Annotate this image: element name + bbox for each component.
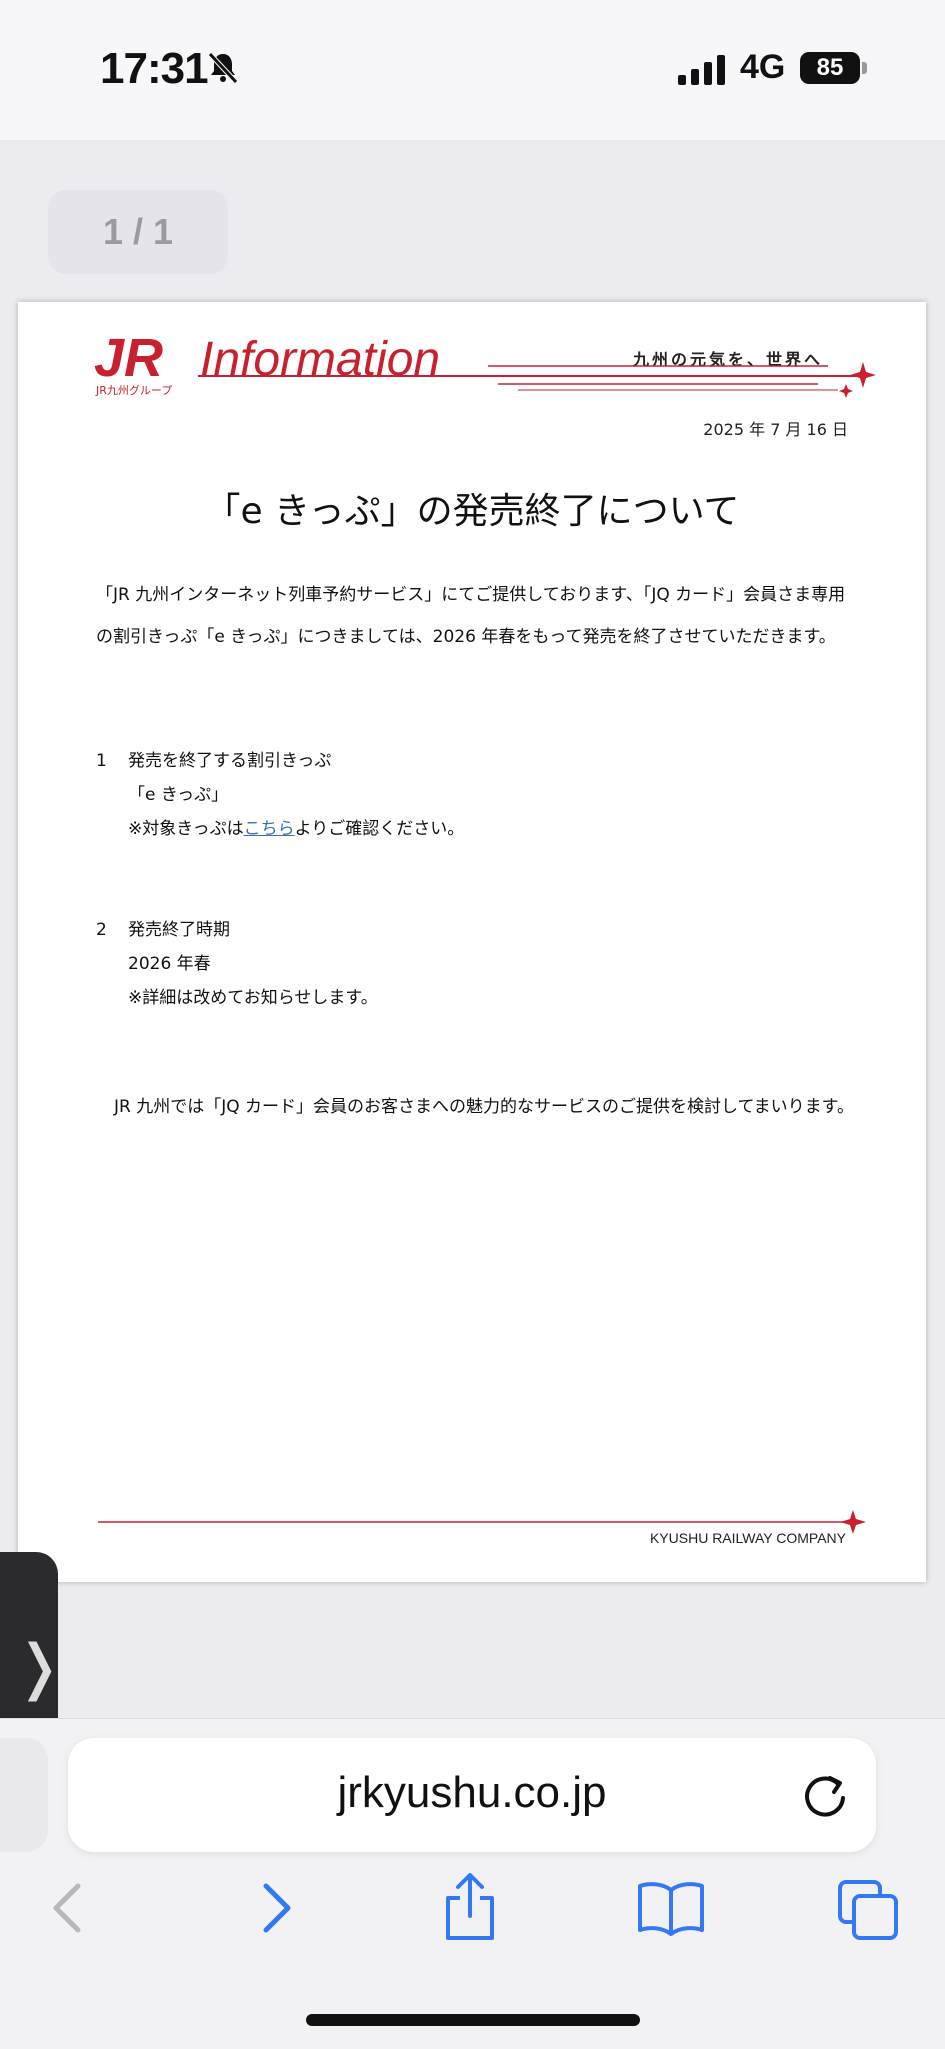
intro-line: 「JR 九州インターネット列車予約サービス」にてご提供しております、「JQ カー… <box>96 585 846 605</box>
header-rule-lines <box>198 362 876 398</box>
status-bar: 17:31 4G 85 <box>0 0 945 140</box>
jr-logo: JR JR九州グループ <box>94 332 172 397</box>
previous-tab-preview[interactable] <box>0 1738 48 1852</box>
chevron-right-icon: ❭ <box>14 1632 65 1702</box>
section-number: 2 <box>96 920 107 940</box>
section-2: 2 発売終了時期 2026 年春 ※詳細は改めてお知らせします。 <box>96 913 378 1015</box>
note-text: よりご確認ください。 <box>294 819 465 839</box>
document-date: 2025 年 7 月 16 日 <box>703 420 848 439</box>
battery-icon: 85 <box>800 52 860 84</box>
network-type: 4G <box>740 48 786 86</box>
closing-text: JR 九州では「JQ カード」会員のお客さまへの魅力的なサービスのご提供を検討し… <box>114 1097 854 1117</box>
section-item: 2026 年春 <box>128 954 211 974</box>
svg-text:JR: JR <box>94 332 163 388</box>
footer-company: KYUSHU RAILWAY COMPANY <box>649 1530 846 1546</box>
pdf-page: JR JR九州グループ Information 九州の元気を、世界へ 2025 … <box>18 302 926 1582</box>
home-indicator <box>306 2014 640 2026</box>
silent-bell-icon <box>208 52 238 84</box>
address-bar[interactable]: jrkyushu.co.jp <box>68 1738 876 1852</box>
signal-icon <box>678 55 725 85</box>
section-number: 1 <box>96 751 107 771</box>
share-icon[interactable] <box>442 1872 498 1942</box>
section-item: 「e きっぷ」 <box>128 785 229 805</box>
section-heading: 発売を終了する割引きっぷ <box>128 751 332 771</box>
battery-nub <box>862 62 867 74</box>
status-time: 17:31 <box>100 44 209 93</box>
section-note: ※対象きっぷはこちらよりご確認ください。 <box>96 812 464 846</box>
url-text: jrkyushu.co.jp <box>337 1768 607 1817</box>
bookmarks-icon[interactable] <box>636 1880 706 1936</box>
document-title: 「e きっぷ」の発売終了について <box>204 491 740 532</box>
page-indicator: 1 / 1 <box>48 190 228 274</box>
section-heading: 発売終了時期 <box>128 920 230 940</box>
intro-paragraph: 「JR 九州インターネット列車予約サービス」にてご提供しております、「JQ カー… <box>96 574 866 658</box>
svg-text:JR九州グループ: JR九州グループ <box>95 383 172 397</box>
reload-icon[interactable] <box>798 1768 852 1822</box>
intro-line: の割引きっぷ「e きっぷ」につきましては、2026 年春をもって発売を終了させて… <box>96 627 836 647</box>
note-text: ※対象きっぷは <box>128 819 244 839</box>
kochira-link[interactable]: こちら <box>244 819 295 839</box>
forward-icon[interactable] <box>256 1878 296 1938</box>
section-note: ※詳細は改めてお知らせします。 <box>128 988 378 1008</box>
tabs-icon[interactable] <box>836 1878 900 1942</box>
back-icon[interactable] <box>48 1878 88 1938</box>
section-1: 1 発売を終了する割引きっぷ 「e きっぷ」 ※対象きっぷはこちらよりご確認くださ… <box>96 744 464 846</box>
